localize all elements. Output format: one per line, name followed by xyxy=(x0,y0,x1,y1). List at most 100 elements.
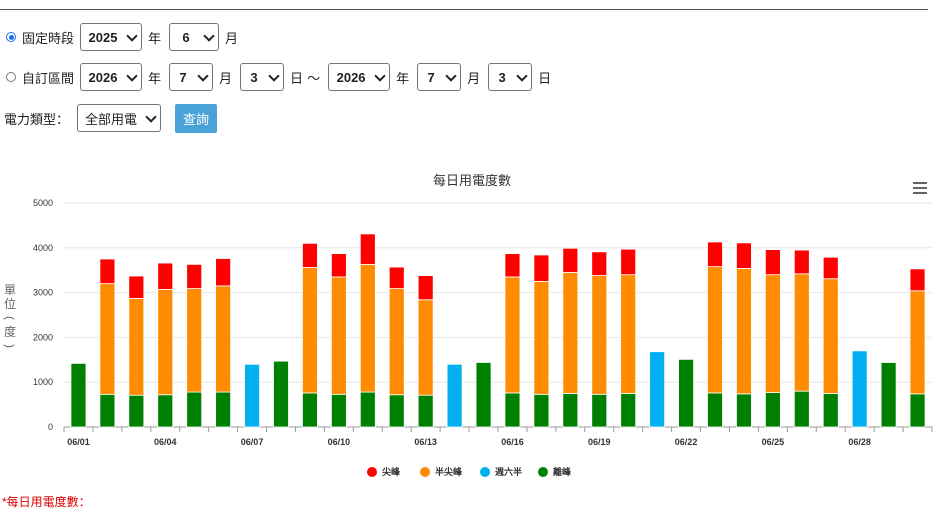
custom-range-row: 自訂區間 2026 年 7 月 3 日 ～ 2026 年 7 月 3 日 xyxy=(6,62,559,92)
y-tick-label: 3000 xyxy=(33,288,53,298)
bar-segment xyxy=(215,391,232,428)
bar-segment xyxy=(504,253,521,278)
bar-segment xyxy=(417,394,434,428)
bar-segment xyxy=(157,289,174,396)
year-unit: 年 xyxy=(148,70,162,86)
power-type-value: 全部用電 xyxy=(85,111,138,127)
y-tick-label: 0 xyxy=(48,422,53,432)
bar-segment xyxy=(99,258,116,285)
chevron-down-icon xyxy=(445,70,457,82)
start-day-value: 3 xyxy=(250,69,258,85)
start-month-value: 7 xyxy=(179,69,187,85)
range-separator: ～ xyxy=(307,70,321,86)
y-tick-label: 2000 xyxy=(33,332,53,342)
start-year-value: 2026 xyxy=(88,69,118,85)
fixed-month-select[interactable]: 6 xyxy=(169,23,220,51)
x-tick-label: 06/25 xyxy=(762,437,785,447)
top-divider xyxy=(0,9,928,10)
bar-segment xyxy=(99,393,116,428)
end-month-value: 7 xyxy=(427,69,435,85)
bar-segment xyxy=(591,275,608,395)
bar-segment xyxy=(70,362,87,428)
bar-segment xyxy=(273,360,289,428)
legend-marker xyxy=(538,467,548,477)
bar-segment xyxy=(793,249,810,275)
bar-segment xyxy=(157,394,174,428)
bar-segment xyxy=(302,392,318,428)
legend-marker xyxy=(480,467,490,477)
query-button[interactable]: 查詢 xyxy=(175,103,218,133)
bar-segment xyxy=(707,266,723,394)
y-axis-label-char: 度 xyxy=(4,324,16,339)
custom-range-radio[interactable] xyxy=(6,72,16,82)
y-tick-label: 1000 xyxy=(33,377,53,387)
bar-segment xyxy=(128,298,145,396)
legend-marker xyxy=(367,467,377,477)
bar-segment xyxy=(359,391,376,428)
bar-segment xyxy=(822,392,839,428)
x-tick-label: 06/04 xyxy=(154,437,177,447)
fixed-month-value: 6 xyxy=(182,29,190,45)
x-tick-label: 06/10 xyxy=(328,437,351,447)
year-unit: 年 xyxy=(396,70,410,86)
power-type-row: 電力類型： 全部用電 查詢 xyxy=(4,103,218,133)
bar-segment xyxy=(736,242,752,269)
start-year-select[interactable]: 2026 xyxy=(80,63,143,91)
chevron-down-icon xyxy=(145,111,157,123)
bar-segment xyxy=(417,275,434,301)
bar-segment xyxy=(330,393,347,428)
fixed-year-select[interactable]: 2025 xyxy=(80,23,143,51)
bar-segment xyxy=(736,268,752,395)
bar-segment xyxy=(330,253,347,278)
y-axis-label-char: ( xyxy=(3,316,17,320)
bar-segment xyxy=(822,278,839,394)
bar-segment xyxy=(562,392,579,428)
bar-segment xyxy=(157,262,174,290)
bar-segment xyxy=(359,233,376,265)
legend-label: 離峰 xyxy=(553,466,572,477)
bar-segment xyxy=(99,283,116,395)
chevron-down-icon xyxy=(197,70,209,82)
bar-segment xyxy=(475,362,492,428)
bar-segment xyxy=(764,274,781,393)
bar-segment xyxy=(591,251,608,276)
fixed-period-radio[interactable] xyxy=(6,32,16,42)
end-month-select[interactable]: 7 xyxy=(417,63,462,91)
bar-segment xyxy=(764,249,781,276)
fixed-year-value: 2025 xyxy=(88,29,118,45)
bar-segment xyxy=(562,272,579,394)
bar-segment xyxy=(388,266,405,289)
end-day-select[interactable]: 3 xyxy=(488,63,533,91)
end-day-value: 3 xyxy=(498,69,506,85)
bar-segment xyxy=(215,285,232,393)
start-month-select[interactable]: 7 xyxy=(169,63,214,91)
x-tick-label: 06/16 xyxy=(501,437,524,447)
chevron-down-icon xyxy=(126,30,138,42)
power-type-select[interactable]: 全部用電 xyxy=(77,104,162,132)
x-tick-label: 06/19 xyxy=(588,437,611,447)
day-unit: 日 xyxy=(290,70,304,86)
bar-segment xyxy=(244,363,260,428)
y-tick-label: 5000 xyxy=(33,198,53,208)
x-tick-label: 06/13 xyxy=(414,437,437,447)
bar-segment xyxy=(446,363,463,428)
bar-segment xyxy=(215,258,232,287)
bar-segment xyxy=(649,351,666,428)
bar-segment xyxy=(620,392,637,428)
bar-segment xyxy=(128,275,145,299)
legend-label: 半尖峰 xyxy=(435,466,463,477)
x-tick-label: 06/22 xyxy=(675,437,698,447)
start-day-select[interactable]: 3 xyxy=(240,63,285,91)
bar-segment xyxy=(562,247,579,273)
end-year-select[interactable]: 2026 xyxy=(328,63,391,91)
legend-label: 週六半 xyxy=(495,466,522,477)
bar-segment xyxy=(388,394,405,428)
bar-segment xyxy=(186,391,203,428)
bar-segment xyxy=(909,268,926,292)
chevron-down-icon xyxy=(126,70,138,82)
bar-segment xyxy=(880,362,897,428)
legend-label: 尖峰 xyxy=(382,466,401,477)
x-tick-label: 06/01 xyxy=(67,437,90,447)
bar-segment xyxy=(707,392,723,428)
end-year-value: 2026 xyxy=(336,69,366,85)
